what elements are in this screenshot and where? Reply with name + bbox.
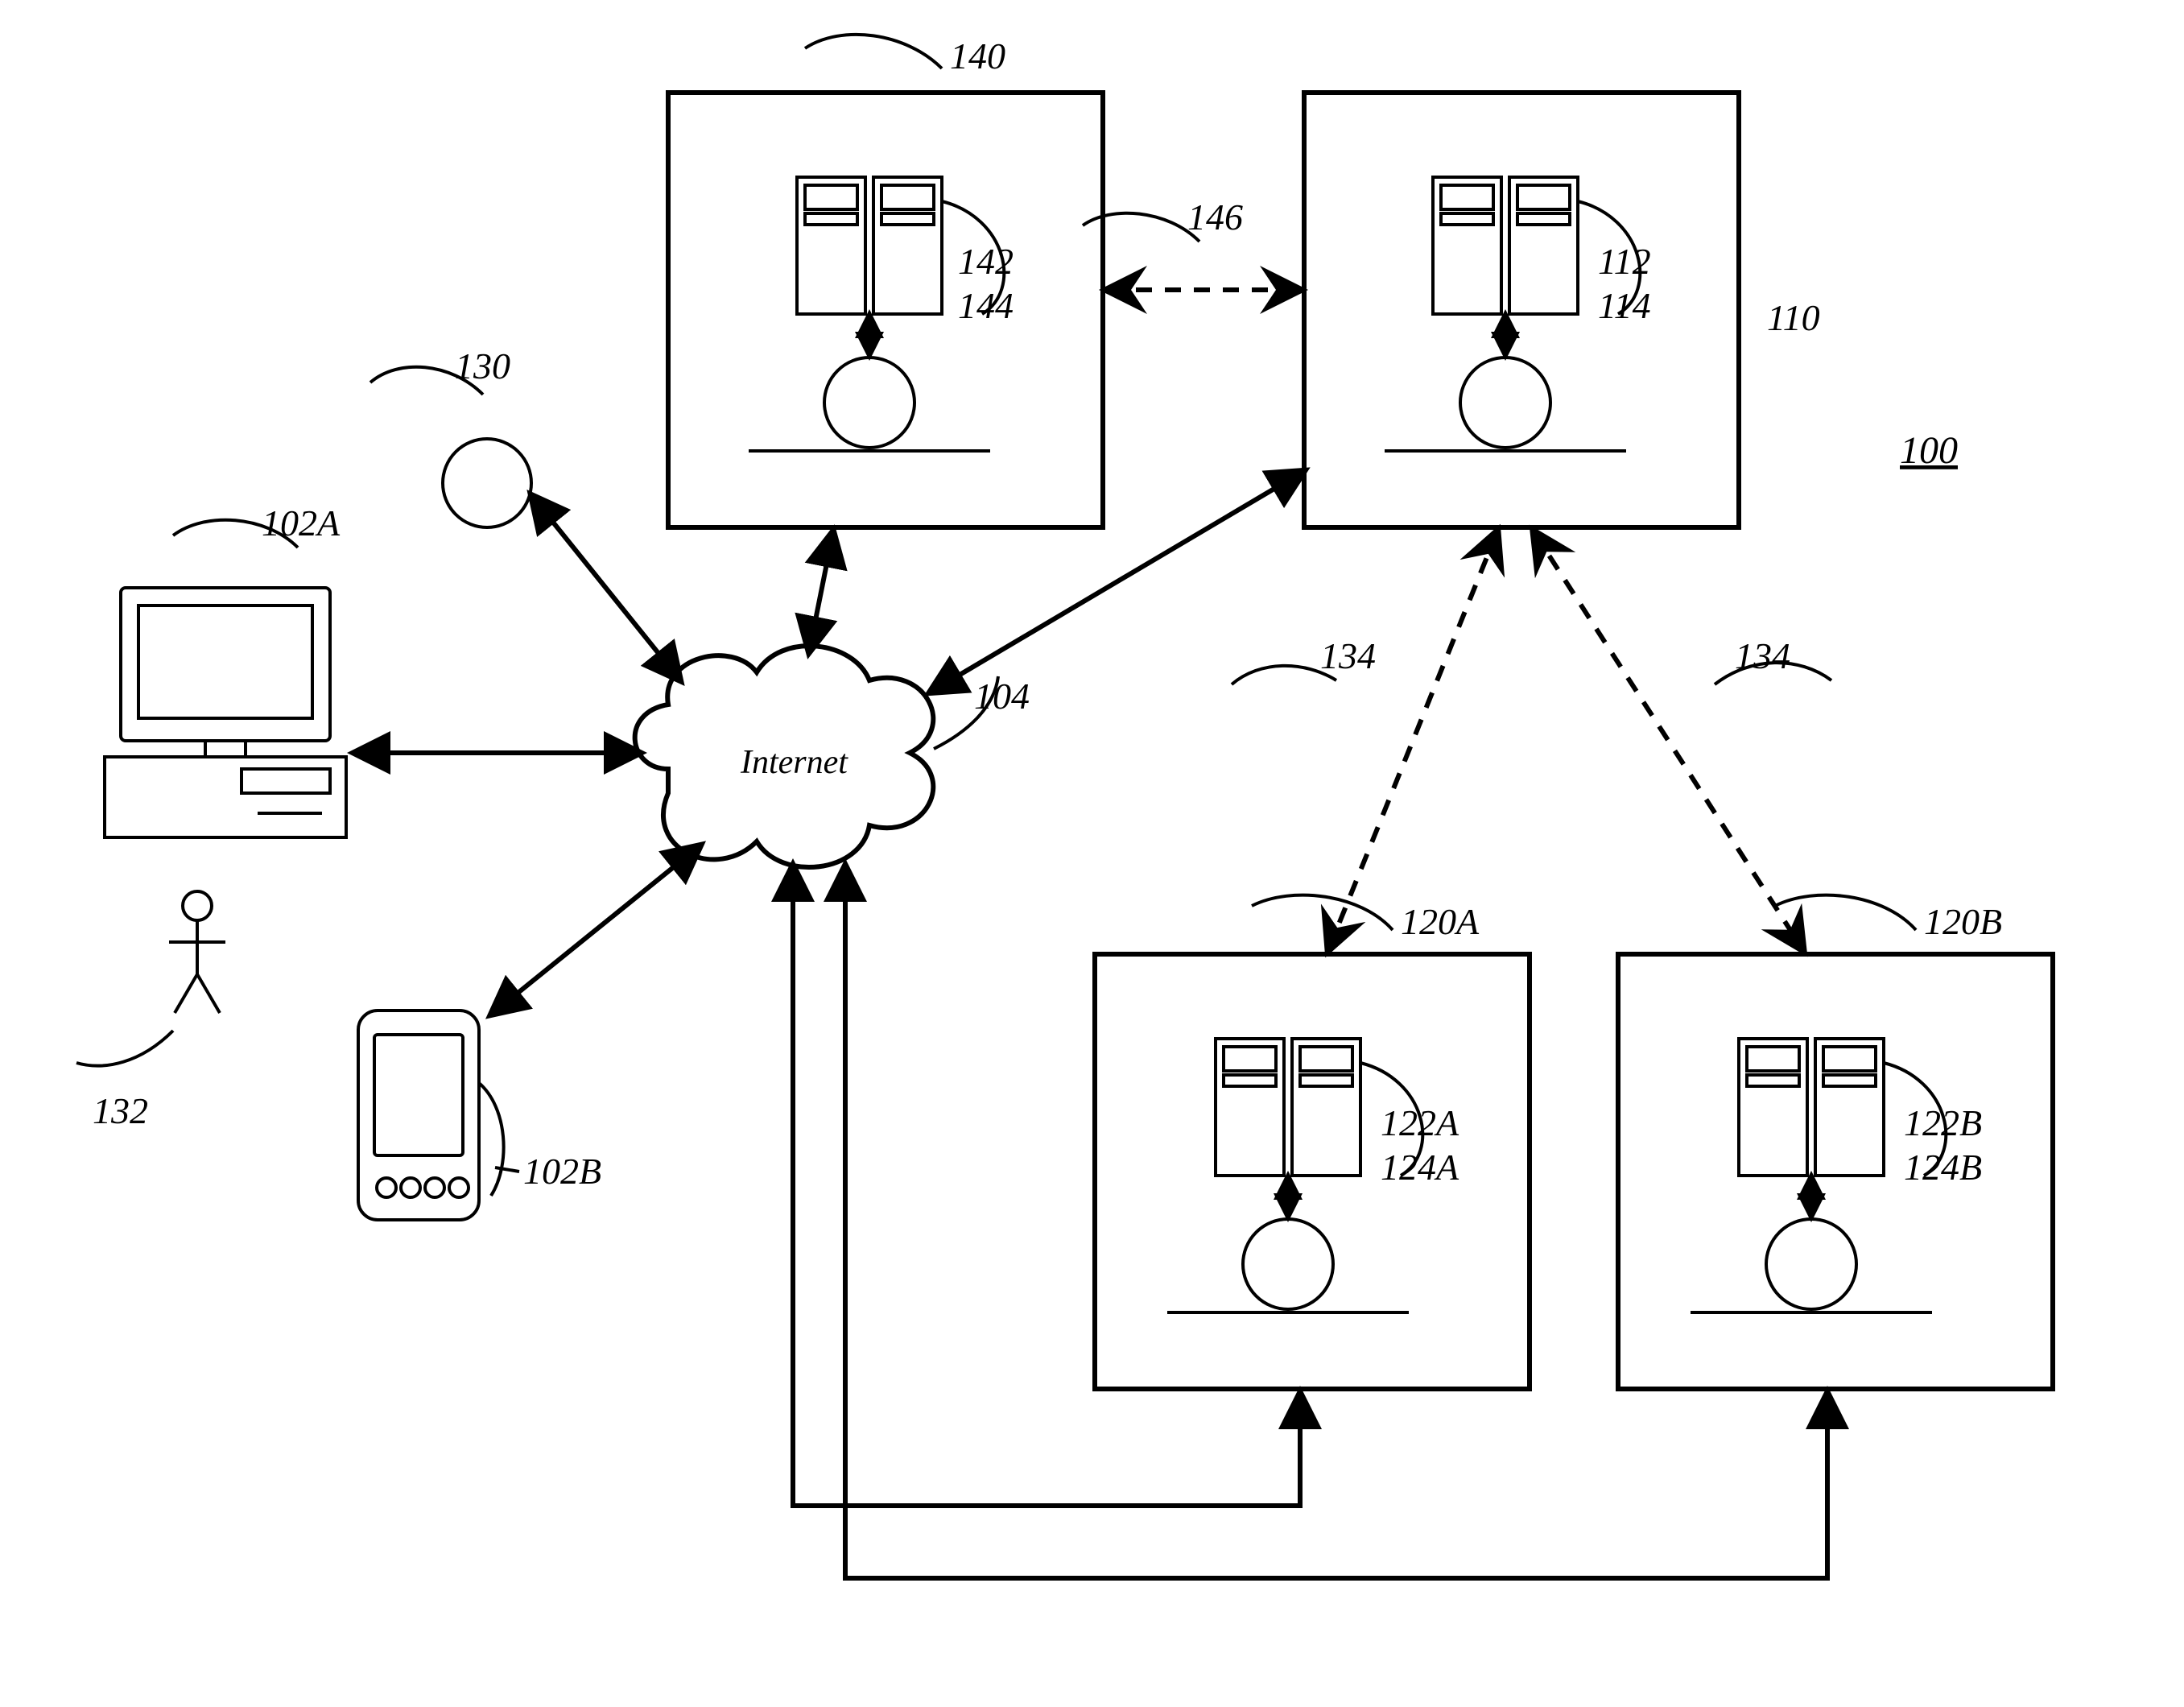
device-desktop [105,588,346,837]
device-pda [358,1011,504,1220]
label-144: 144 [958,285,1014,326]
label-134r: 134 [1735,635,1790,676]
label-104: 104 [974,676,1030,717]
label-102a: 102A [262,502,341,544]
module-140: 142 144 [668,93,1103,527]
user-icon [169,891,225,1013]
link-cloud-pda [491,845,700,1015]
module-120a: 122A 124A [1095,954,1530,1389]
label-120a: 120A [1401,901,1480,942]
label-112: 112 [1598,241,1651,282]
link-134-left [1328,531,1497,950]
link-cloud-140 [809,531,833,652]
label-114: 114 [1598,285,1651,326]
label-110: 110 [1767,297,1820,338]
link-cloud-130 [531,495,680,680]
label-130: 130 [455,345,510,386]
label-120b: 120B [1924,901,2002,942]
module-120b: 122B 124B [1618,954,2053,1389]
label-124a: 124A [1381,1147,1459,1188]
label-140: 140 [950,35,1005,76]
label-122a: 122A [1381,1102,1459,1143]
label-102b: 102B [523,1151,601,1192]
module-110: 112 114 [1304,93,1739,527]
label-142: 142 [958,241,1014,282]
label-134l: 134 [1320,635,1376,676]
label-146: 146 [1187,196,1243,238]
cloud-label: Internet [740,744,848,781]
link-134-right [1534,531,1803,950]
node-130 [443,439,531,527]
label-124b: 124B [1904,1147,1982,1188]
label-122b: 122B [1904,1102,1982,1143]
figure-number: 100 [1900,429,1958,472]
label-132: 132 [93,1090,148,1131]
diagram-canvas: 142 144 140 112 114 110 122A 124A 120A 1… [0,0,2184,1707]
